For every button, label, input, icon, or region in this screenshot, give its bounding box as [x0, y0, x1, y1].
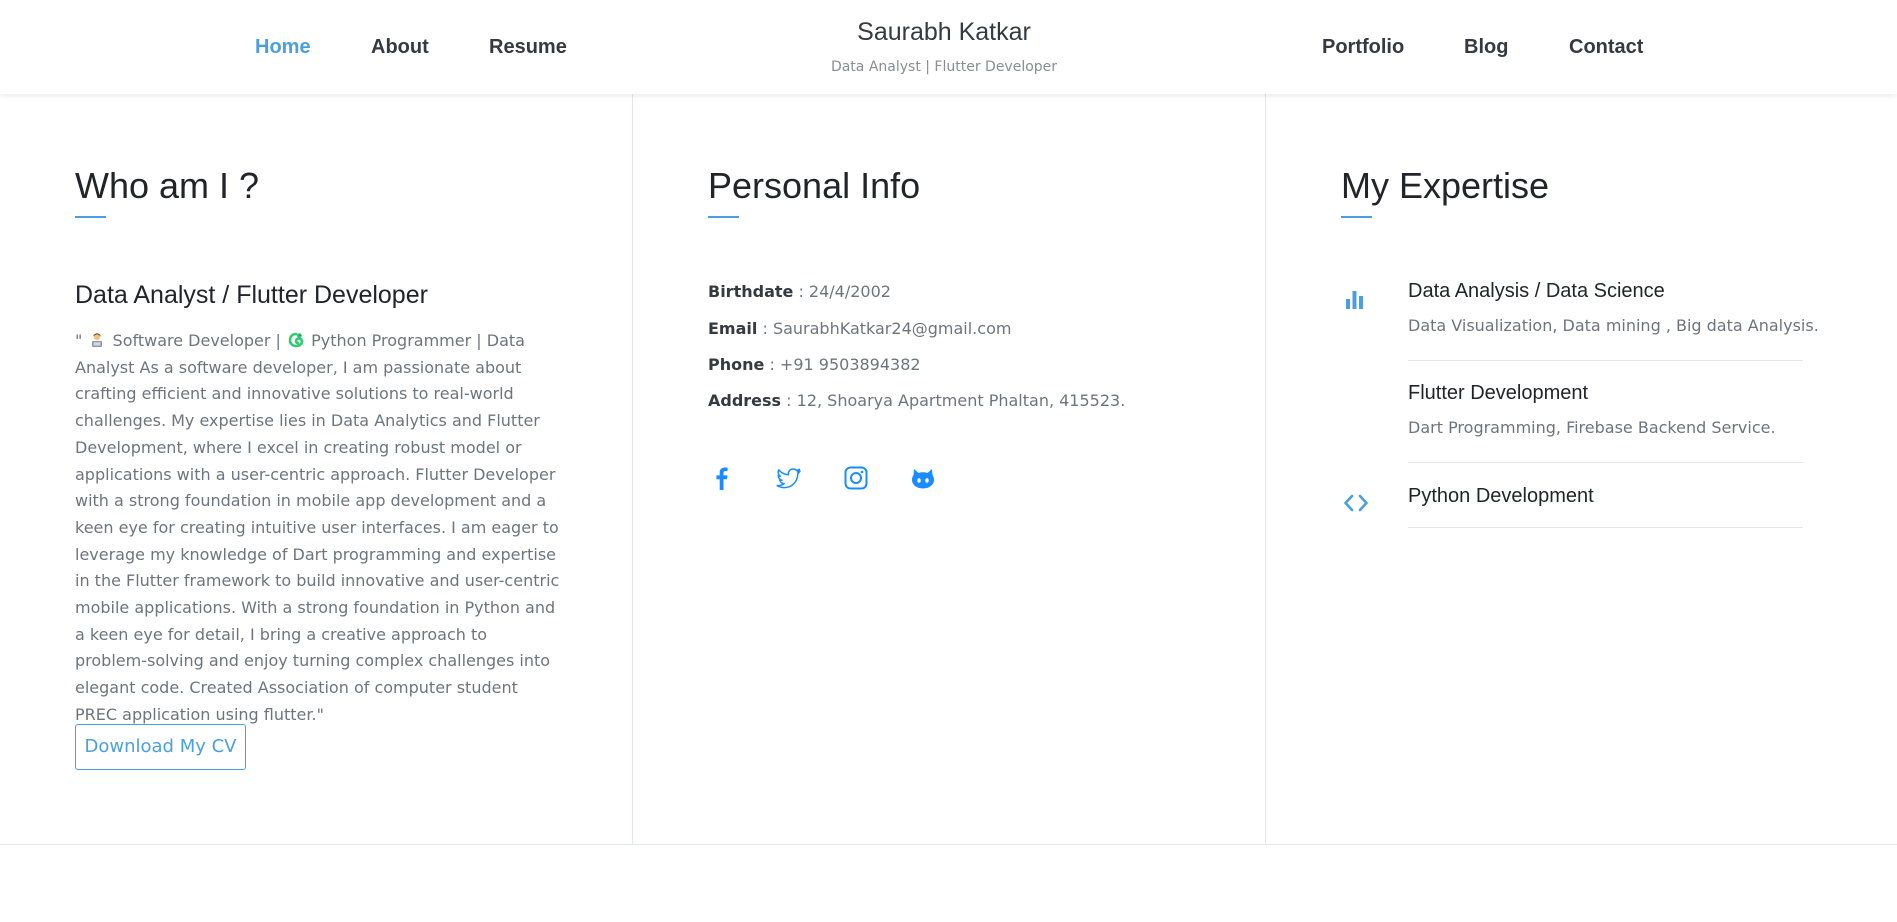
expertise-divider [1408, 360, 1803, 361]
snake-emoji-icon [288, 332, 304, 348]
expertise-item-desc: Data Visualization, Data mining , Big da… [1408, 316, 1819, 335]
download-cv-button[interactable]: Download My CV [75, 724, 246, 770]
who-title-underline [75, 216, 106, 218]
expertise-title-underline [1341, 216, 1372, 218]
personal-title-underline [708, 216, 739, 218]
phone-row: Phone : +91 9503894382 [708, 355, 921, 375]
instagram-icon[interactable] [842, 464, 870, 492]
phone-value[interactable]: : +91 9503894382 [769, 355, 920, 374]
nav-portfolio[interactable]: Portfolio [1322, 36, 1404, 58]
column-divider-2 [1265, 94, 1266, 845]
intro-role-1: Software Developer | [112, 331, 281, 350]
twitter-icon[interactable] [775, 464, 803, 492]
code-icon [1342, 489, 1370, 517]
address-row: Address : 12, Shoarya Apartment Phaltan,… [708, 391, 1125, 411]
expertise-item-title: Python Development [1408, 485, 1594, 507]
expertise-divider [1408, 527, 1803, 528]
technologist-emoji-icon [92, 333, 103, 347]
bar-chart-icon [1342, 285, 1370, 313]
email-value[interactable]: : SaurabhKatkar24@gmail.com [762, 319, 1011, 338]
expertise-item-desc: Dart Programming, Firebase Backend Servi… [1408, 418, 1776, 437]
who-bio: " Software Developer | Python Programmer… [75, 328, 560, 729]
email-row: Email : SaurabhKatkar24@gmail.com [708, 319, 1011, 339]
facebook-icon[interactable] [708, 464, 736, 492]
nav-contact[interactable]: Contact [1569, 36, 1643, 58]
email-label: Email [708, 319, 758, 338]
address-label: Address [708, 391, 782, 410]
expertise-item-title: Flutter Development [1408, 382, 1589, 404]
birthdate-value: : 24/4/2002 [798, 282, 891, 301]
brand-tagline: Data Analyst | Flutter Developer [830, 59, 1058, 75]
birthdate-row: Birthdate : 24/4/2002 [708, 282, 891, 302]
birthdate-label: Birthdate [708, 282, 794, 301]
who-subtitle: Data Analyst / Flutter Developer [75, 281, 428, 309]
personal-info-title: Personal Info [708, 165, 921, 206]
phone-label: Phone [708, 355, 765, 374]
expertise-item-title: Data Analysis / Data Science [1408, 280, 1665, 302]
who-title: Who am I ? [75, 165, 260, 206]
intro-quote: " [75, 331, 83, 350]
column-divider-1 [632, 94, 633, 845]
expertise-divider [1408, 462, 1803, 463]
bio-text: As a software developer, I am passionate… [75, 357, 560, 724]
section-bottom-divider [0, 844, 1897, 845]
site-header: Home About Resume Saurabh Katkar Data An… [0, 0, 1897, 94]
github-icon[interactable] [909, 464, 937, 492]
address-value: : 12, Shoarya Apartment Phaltan, 415523. [786, 391, 1126, 410]
nav-blog[interactable]: Blog [1464, 36, 1508, 58]
expertise-title: My Expertise [1341, 165, 1550, 206]
